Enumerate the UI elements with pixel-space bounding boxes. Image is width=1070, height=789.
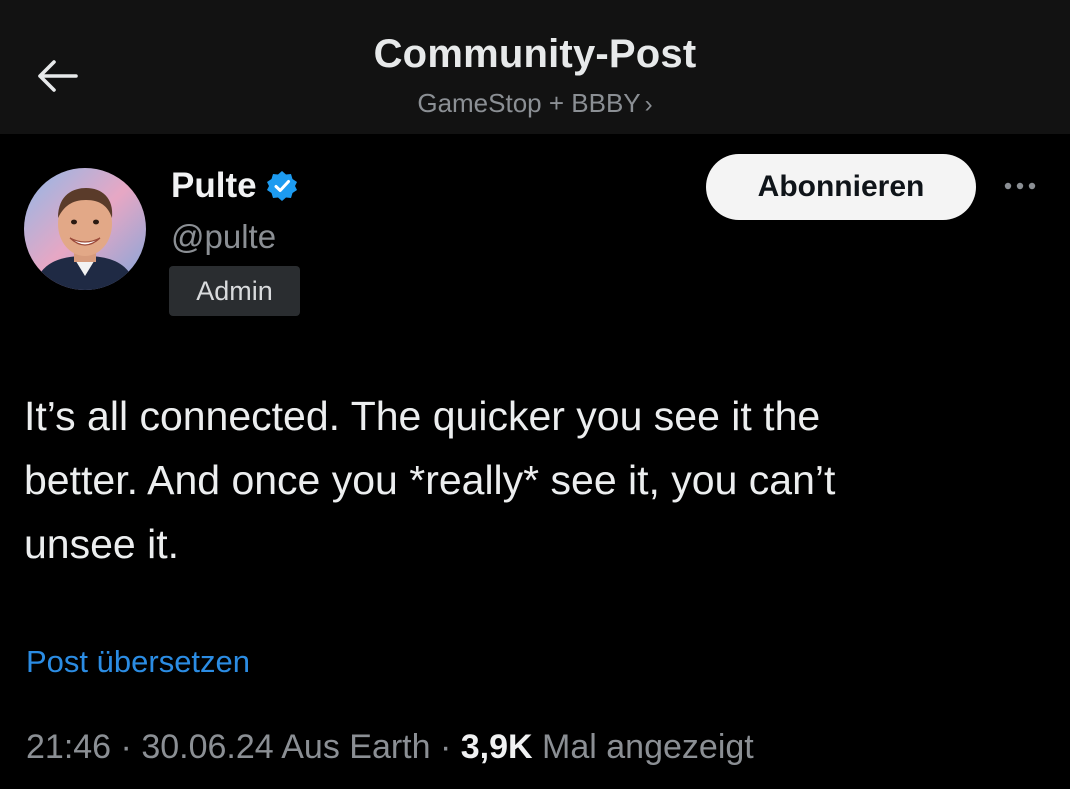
post-text: It’s all connected. The quicker you see …: [24, 393, 836, 567]
view-count[interactable]: 3,9K: [461, 728, 533, 766]
more-dots-icon: [1004, 182, 1036, 190]
community-link[interactable]: GameStop + BBBY ›: [0, 88, 1070, 119]
role-badge: Admin: [169, 266, 300, 316]
post-date: 30.06.24: [141, 728, 274, 766]
profile-photo: [24, 168, 146, 290]
post-time: 21:46: [26, 728, 112, 766]
subscribe-button[interactable]: Abonnieren: [706, 154, 976, 220]
view-count-label: Mal angezeigt: [532, 728, 754, 766]
author-name: Pulte: [171, 166, 257, 205]
meta-separator: ·: [430, 728, 461, 766]
avatar[interactable]: [24, 168, 146, 290]
author-handle[interactable]: @pulte: [171, 218, 276, 256]
more-options-button[interactable]: [994, 172, 1046, 200]
author-name-row[interactable]: Pulte: [171, 166, 299, 206]
post-location: Aus Earth: [273, 728, 431, 766]
page-title: Community-Post: [373, 32, 697, 76]
community-name: GameStop + BBBY: [417, 88, 641, 118]
chevron-right-icon: ›: [644, 91, 653, 118]
verified-badge-icon: [266, 171, 297, 201]
top-bar: Community-Post GameStop + BBBY ›: [0, 0, 1070, 134]
meta-separator: ·: [111, 728, 142, 766]
translate-post-link[interactable]: Post übersetzen: [26, 644, 250, 680]
post-meta: 21:46 · 30.06.24 Aus Earth · 3,9K Mal an…: [26, 728, 754, 767]
